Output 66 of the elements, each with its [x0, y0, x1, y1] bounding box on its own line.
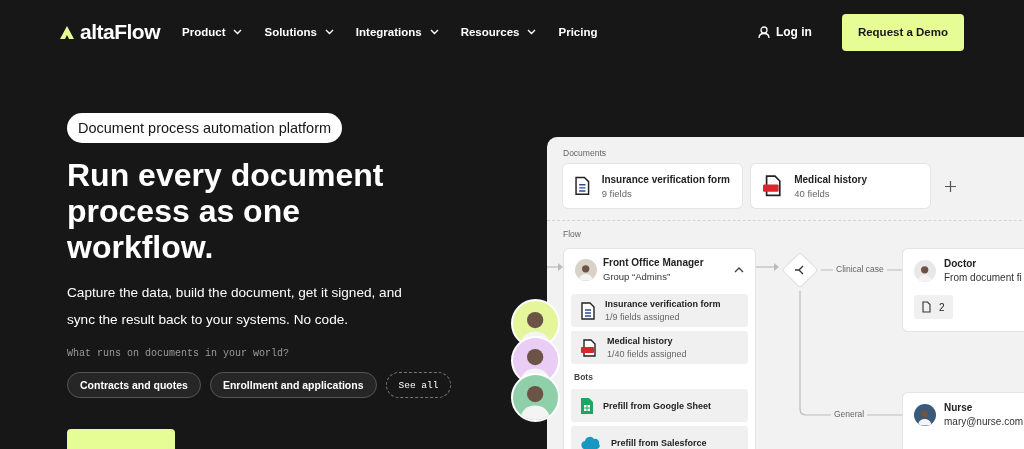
field-count: 9 fields	[601, 187, 633, 199]
recipient-detail: From document fi	[944, 272, 1022, 283]
pdf-document-icon	[581, 338, 597, 357]
field-count: 40 fields	[794, 187, 831, 199]
bot-label: Prefill from Google Sheet	[603, 400, 712, 411]
use-case-prompt: What runs on documents in your world?	[67, 348, 290, 359]
form-document-icon	[575, 175, 590, 197]
step-node[interactable]: Front Office Manager Group “Admins” Insurance verification form 1/9 fields assigned Medical history 1/40 fields assigned Bots Prefill from Google Sheet Prefill from Salesforce	[564, 249, 755, 449]
chevron-down-icon	[324, 29, 334, 35]
person-avatar	[914, 403, 936, 426]
nav-link[interactable]: Product	[182, 26, 243, 38]
nav-link[interactable]: Integrations	[355, 26, 439, 38]
chevron-up-icon[interactable]	[734, 266, 744, 273]
bot-label: Prefill from Salesforce	[611, 437, 707, 448]
connector-arrow	[754, 263, 779, 271]
recipient-card[interactable]: Doctor From document fi 2	[903, 249, 1024, 331]
section-label: Bots	[573, 371, 594, 384]
nav-link[interactable]: Resources	[460, 26, 537, 38]
recipient-detail: mary@nurse.com	[944, 416, 1024, 427]
branch-label: General	[831, 409, 868, 419]
step-title: Front Office Manager	[603, 257, 705, 268]
use-case-chip[interactable]: Enrollment and applications	[209, 372, 377, 398]
chevron-down-icon	[429, 29, 439, 35]
recipient-name: Nurse	[944, 402, 974, 413]
request-demo-button[interactable]: Request a Demo	[841, 13, 964, 51]
login-link[interactable]: Log in	[757, 25, 812, 39]
chevron-down-icon	[527, 29, 537, 35]
section-label: Flow	[563, 229, 582, 239]
logo-text: altaFlow	[80, 20, 160, 44]
spreadsheet-icon	[581, 397, 593, 414]
section-label: Documents	[563, 148, 607, 158]
cloud-icon	[581, 435, 601, 449]
document-title: Medical history	[607, 336, 674, 346]
nav-link[interactable]: Solutions	[264, 26, 334, 38]
document-title: Medical history	[794, 173, 867, 185]
hero-badge: Document process automation platform	[67, 113, 343, 143]
recipient-name: Doctor	[944, 258, 978, 269]
plus-icon[interactable]	[945, 180, 956, 192]
chevron-down-icon	[233, 29, 243, 35]
bot-item[interactable]: Prefill from Salesforce	[571, 426, 748, 449]
branch-label: Clinical case	[833, 264, 887, 274]
nav-link[interactable]: Pricing	[558, 26, 598, 38]
assignment-count: 1/40 fields assigned	[607, 349, 687, 359]
assignment-count: 1/9 fields assigned	[605, 312, 681, 322]
hero-headline: Run every document process as one workflow.	[67, 157, 385, 265]
step-subtitle: Group “Admins”	[603, 271, 672, 282]
pdf-document-icon	[763, 175, 783, 197]
bot-item[interactable]: Prefill from Google Sheet	[571, 389, 748, 422]
assigned-document[interactable]: Medical history 1/40 fields assigned	[571, 331, 748, 364]
recipient-card[interactable]: Nurse mary@nurse.com	[903, 393, 1024, 449]
connector-arrow	[547, 263, 563, 271]
document-card[interactable]: Medical history 40 fields	[751, 164, 930, 208]
document-title: Insurance verification form	[605, 299, 721, 309]
person-avatar	[914, 259, 936, 282]
use-case-chip[interactable]: Contracts and quotes	[67, 372, 201, 398]
document-title: Insurance verification form	[601, 173, 730, 185]
user-icon	[757, 25, 770, 39]
hero-description: Capture the data, build the document, get it signed, and sync the result back to your systems. No code.	[67, 284, 403, 329]
count-value: 2	[939, 301, 945, 313]
document-card[interactable]: Insurance verification form 9 fields	[563, 164, 742, 208]
group-avatar	[575, 258, 597, 281]
split-icon	[794, 264, 806, 276]
document-icon	[922, 301, 931, 313]
logo[interactable]: altaFlow	[58, 20, 160, 44]
form-document-icon	[581, 301, 595, 320]
assigned-document[interactable]: Insurance verification form 1/9 fields assigned	[571, 294, 748, 327]
